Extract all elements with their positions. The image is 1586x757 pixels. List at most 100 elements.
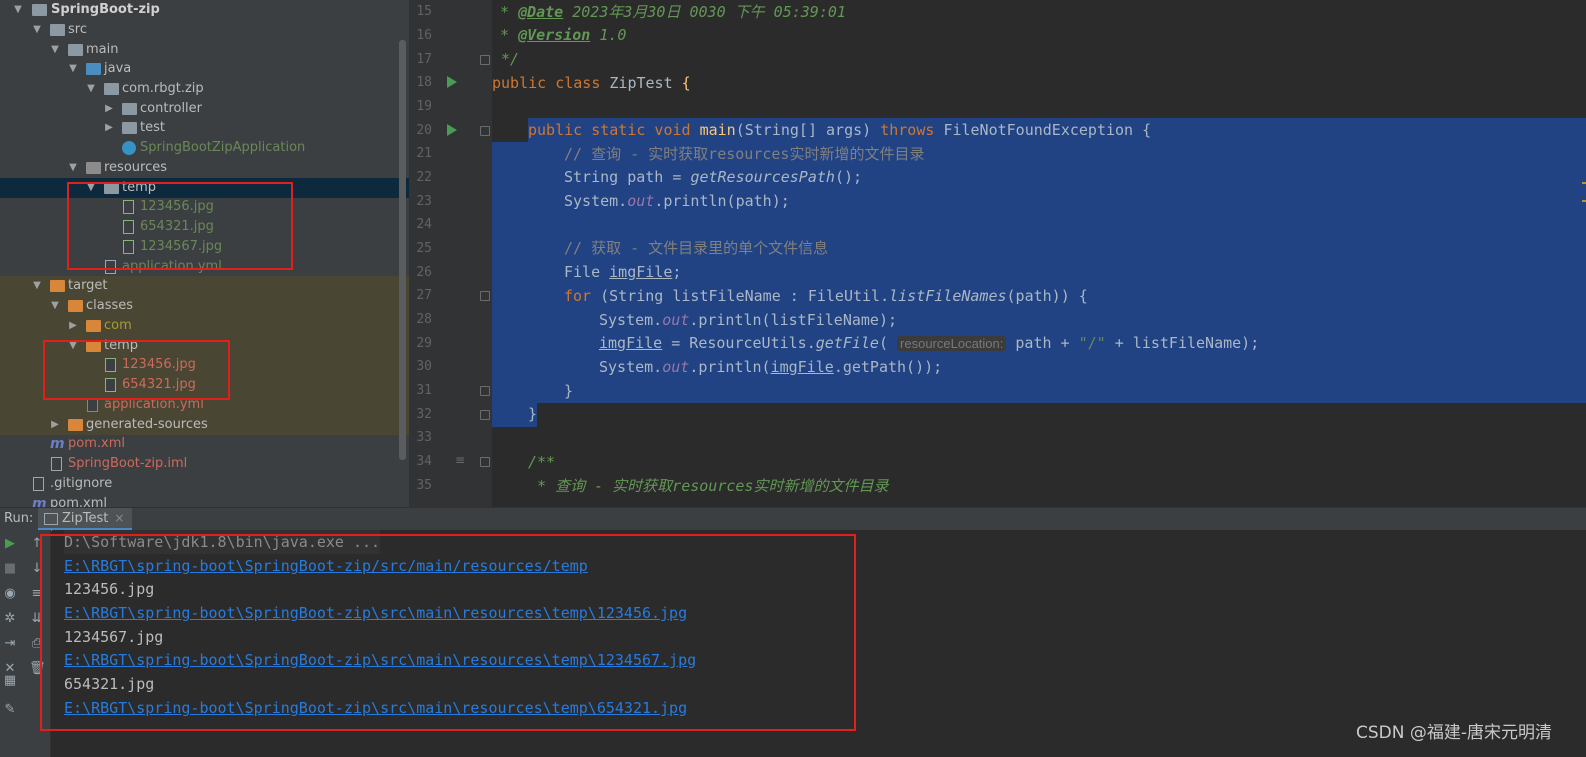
tree-item-src[interactable]: ▼ src [0, 20, 409, 40]
resources-folder-icon [86, 162, 101, 174]
tree-item-pom-root[interactable]: m pom.xml [0, 494, 409, 507]
camera-icon[interactable]: ◉ [2, 586, 18, 601]
line-number: 34 [416, 454, 432, 469]
tree-item-label: test [140, 120, 165, 135]
fold-icon[interactable] [480, 55, 490, 65]
chevron-down-icon[interactable]: ▼ [49, 296, 61, 316]
tree-item-gitignore[interactable]: .gitignore [0, 474, 409, 494]
project-tree[interactable]: ▼ SpringBoot-zip ▼ src ▼ main ▼ java ▼ c… [0, 0, 409, 507]
tree-item-target[interactable]: ▼ target [0, 276, 409, 296]
chevron-down-icon[interactable]: ▼ [31, 276, 43, 296]
tree-item-generated-sources[interactable]: ▶ generated-sources [0, 415, 409, 435]
tree-scrollbar[interactable] [399, 40, 406, 460]
line-number: 18 [416, 75, 432, 90]
tree-item-label: main [86, 42, 119, 57]
warning-stripe[interactable] [1582, 200, 1586, 202]
annotation-box [43, 340, 230, 400]
line-number: 22 [416, 170, 432, 185]
yaml-file-icon [87, 398, 98, 412]
code-line-16: * @Version 1.0 [500, 26, 627, 44]
code-line-21: // 查询 - 实时获取resources实时新增的文件目录 [564, 145, 925, 163]
close-icon[interactable]: × [114, 511, 124, 525]
chevron-down-icon[interactable]: ▼ [85, 79, 97, 99]
line-number: 25 [416, 241, 432, 256]
tree-item-label: target [68, 278, 108, 293]
tree-item-main[interactable]: ▼ main [0, 40, 409, 60]
code-line-32: } [528, 405, 538, 423]
fold-icon[interactable] [480, 386, 490, 396]
line-number: 30 [416, 359, 432, 374]
code-editor[interactable]: * @Date 2023年3月30日 0030 下午 05:39:01 * @V… [492, 0, 1586, 507]
tree-item-label: pom.xml [68, 436, 125, 451]
chevron-right-icon[interactable]: ▶ [67, 316, 79, 336]
tree-item-label: SpringBoot-zip.iml [68, 456, 188, 471]
tree-item-iml[interactable]: SpringBoot-zip.iml [0, 454, 409, 474]
exit-icon[interactable]: ⇥ [2, 636, 18, 651]
code-line-18: public class ZipTest { [492, 74, 691, 92]
tree-item-pom[interactable]: m pom.xml [0, 434, 409, 454]
chevron-down-icon[interactable]: ▼ [67, 158, 79, 178]
settings-icon[interactable]: ✲ [2, 611, 18, 626]
line-number: 26 [416, 265, 432, 280]
annotation-box [40, 534, 856, 731]
chevron-down-icon[interactable]: ▼ [67, 59, 79, 79]
line-number: 19 [416, 99, 432, 114]
chevron-right-icon[interactable]: ▶ [49, 415, 61, 435]
fold-icon[interactable] [480, 291, 490, 301]
tab-ziptest[interactable]: ZipTest × [38, 508, 133, 531]
chevron-right-icon[interactable]: ▶ [103, 99, 115, 119]
code-line-23: System.out.println(path); [564, 192, 790, 210]
tree-item-test[interactable]: ▶ test [0, 118, 409, 138]
tree-item-label: generated-sources [86, 417, 208, 432]
code-line-17: */ [492, 50, 520, 68]
line-number: 28 [416, 312, 432, 327]
code-line-29: imgFile = ResourceUtils.getFile( resourc… [599, 334, 1260, 352]
javadoc-render-icon[interactable]: ≡ [455, 453, 469, 467]
file-icon [33, 477, 44, 491]
warning-stripe[interactable] [1582, 182, 1586, 184]
fold-icon[interactable] [480, 457, 490, 467]
run-gutter-icon[interactable] [447, 124, 457, 136]
chevron-down-icon[interactable]: ▼ [31, 20, 43, 40]
run-tool-header: Run: ZipTest × [0, 507, 1586, 531]
tree-item-application-class[interactable]: SpringBootZipApplication [0, 138, 409, 158]
chevron-down-icon[interactable]: ▼ [12, 0, 24, 20]
source-folder-icon [86, 63, 101, 75]
folder-icon [68, 44, 83, 56]
tree-item-label: src [68, 22, 87, 37]
line-number: 27 [416, 288, 432, 303]
tree-item-label: SpringBoot-zip [51, 2, 160, 17]
maven-icon: m [32, 496, 47, 507]
line-number: 20 [416, 123, 432, 138]
tree-item-resources[interactable]: ▼ resources [0, 158, 409, 178]
layout-icon[interactable]: ▦ [2, 673, 18, 688]
spring-class-icon [122, 141, 136, 155]
tree-item-com[interactable]: ▶ com [0, 316, 409, 336]
line-number: 16 [416, 28, 432, 43]
tree-item-label: com.rbgt.zip [122, 81, 204, 96]
run-gutter-icon[interactable] [447, 76, 457, 88]
tree-item-package[interactable]: ▼ com.rbgt.zip [0, 79, 409, 99]
line-number: 15 [416, 4, 432, 19]
tree-item-label: .gitignore [50, 476, 113, 491]
code-line-34: /** [528, 453, 556, 471]
tree-item-label: resources [104, 160, 168, 175]
rerun-icon[interactable]: ▶ [2, 536, 18, 551]
annotation-box [67, 182, 293, 270]
stop-icon[interactable]: ■ [2, 561, 18, 576]
chevron-down-icon[interactable]: ▼ [49, 40, 61, 60]
parameter-hint: resourceLocation: [897, 336, 1007, 351]
maven-icon: m [50, 436, 65, 452]
tree-item-java[interactable]: ▼ java [0, 59, 409, 79]
tree-item-classes[interactable]: ▼ classes [0, 296, 409, 316]
code-line-25: // 获取 - 文件目录里的单个文件信息 [564, 239, 829, 257]
run-toolbar: ▶ ■ ◉ ✲ ⇥ ✕ ▦ ✎ [0, 530, 24, 757]
chevron-right-icon[interactable]: ▶ [103, 118, 115, 138]
fold-icon[interactable] [480, 126, 490, 136]
line-number: 33 [416, 430, 432, 445]
tree-item-springboot-zip[interactable]: ▼ SpringBoot-zip [0, 0, 409, 20]
tree-item-controller[interactable]: ▶ controller [0, 99, 409, 119]
code-line-35: * 查询 - 实时获取resources实时新增的文件目录 [528, 477, 889, 495]
fold-icon[interactable] [480, 410, 490, 420]
pin-icon[interactable]: ✎ [2, 702, 18, 717]
